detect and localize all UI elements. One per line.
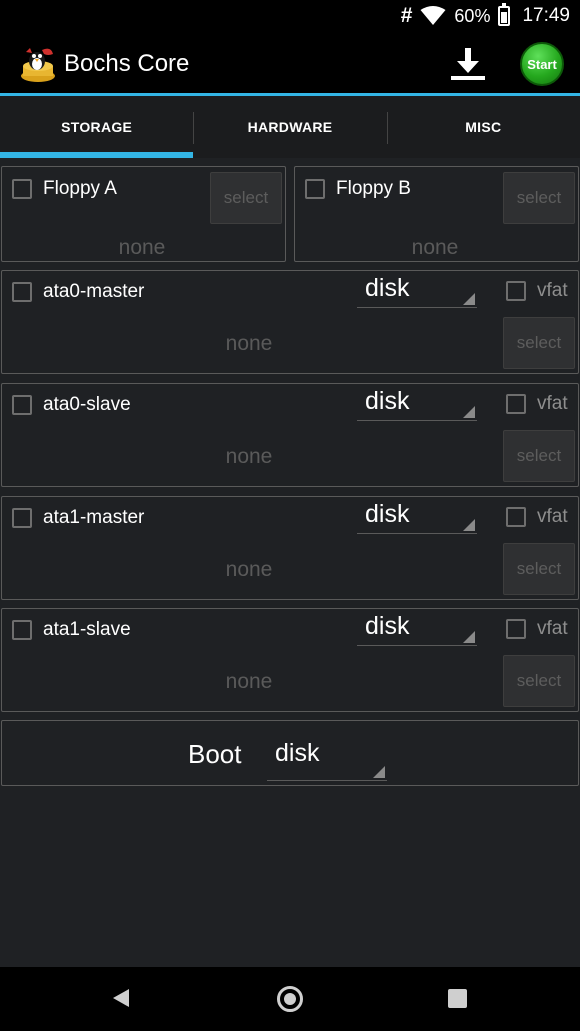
ata1-slave-checkbox[interactable]: [12, 620, 32, 640]
spinner-arrow-icon: [463, 406, 475, 418]
ata0-slave-value: none: [225, 445, 273, 468]
action-bar: Bochs Core Start: [0, 32, 580, 94]
ata1-master-vfat-label: vfat: [537, 506, 568, 527]
tab-selected-indicator: [0, 152, 194, 158]
spinner-arrow-icon: [373, 766, 385, 778]
ata1-slave-panel: ata1-slave disk vfat none select: [1, 608, 579, 712]
spinner-arrow-icon: [463, 293, 475, 305]
ata0-master-panel: ata0-master disk vfat none select: [1, 270, 579, 374]
app-logo-icon: [21, 48, 55, 82]
ata0-slave-type-spinner[interactable]: disk: [357, 387, 477, 421]
ata0-master-vfat-label: vfat: [537, 280, 568, 301]
boot-device-value: disk: [275, 739, 320, 767]
ata1-slave-type-value: disk: [365, 612, 410, 640]
ata0-slave-select-button[interactable]: select: [503, 430, 575, 482]
back-icon[interactable]: [113, 989, 129, 1007]
boot-device-spinner[interactable]: disk: [267, 734, 387, 781]
floppy-a-panel: Floppy A select none: [1, 166, 286, 262]
floppy-b-label: Floppy B: [336, 178, 411, 199]
battery-percent: 60%: [454, 5, 491, 26]
navigation-bar: [0, 967, 580, 1031]
ata0-master-value: none: [225, 332, 273, 355]
download-icon[interactable]: [449, 44, 487, 82]
ata0-master-type-value: disk: [365, 274, 410, 302]
tab-label: HARDWARE: [247, 119, 333, 135]
ata0-master-select-button[interactable]: select: [503, 317, 575, 369]
home-icon[interactable]: [277, 986, 303, 1012]
ata0-slave-label: ata0-slave: [43, 394, 131, 415]
recents-icon[interactable]: [448, 989, 467, 1008]
ata0-slave-checkbox[interactable]: [12, 395, 32, 415]
ata1-slave-value: none: [225, 670, 273, 693]
hash-icon: #: [400, 4, 413, 27]
floppy-a-label: Floppy A: [43, 178, 117, 199]
floppy-b-checkbox[interactable]: [305, 179, 325, 199]
floppy-b-select-button[interactable]: select: [503, 172, 575, 224]
ata1-slave-type-spinner[interactable]: disk: [357, 612, 477, 646]
battery-icon: [498, 3, 511, 26]
ata1-slave-label: ata1-slave: [43, 619, 131, 640]
clock: 17:49: [522, 5, 570, 26]
tab-label: MISC: [465, 119, 502, 135]
ata0-slave-vfat-checkbox[interactable]: [506, 394, 526, 414]
spinner-arrow-icon: [463, 631, 475, 643]
ata0-master-vfat-checkbox[interactable]: [506, 281, 526, 301]
tab-misc[interactable]: MISC: [386, 96, 580, 158]
floppy-a-checkbox[interactable]: [12, 179, 32, 199]
ata1-master-select-button[interactable]: select: [503, 543, 575, 595]
status-bar: # 60% 17:49: [0, 0, 580, 32]
tab-bar: STORAGE HARDWARE MISC: [0, 96, 580, 158]
ata1-master-type-value: disk: [365, 500, 410, 528]
spinner-arrow-icon: [463, 519, 475, 531]
ata1-slave-vfat-checkbox[interactable]: [506, 619, 526, 639]
ata1-master-value: none: [225, 558, 273, 581]
ata1-master-label: ata1-master: [43, 507, 145, 528]
app-title: Bochs Core: [64, 50, 190, 77]
boot-label: Boot: [188, 739, 242, 769]
ata1-master-type-spinner[interactable]: disk: [357, 500, 477, 534]
tab-label: STORAGE: [61, 119, 133, 135]
ata0-master-checkbox[interactable]: [12, 282, 32, 302]
boot-panel: Boot disk: [1, 720, 579, 786]
start-button[interactable]: Start: [520, 42, 564, 86]
floppy-a-select-button[interactable]: select: [210, 172, 282, 224]
floppy-b-panel: Floppy B select none: [294, 166, 579, 262]
ata1-master-vfat-checkbox[interactable]: [506, 507, 526, 527]
wifi-icon: [420, 6, 446, 25]
floppy-a-value: none: [118, 236, 166, 259]
ata0-slave-panel: ata0-slave disk vfat none select: [1, 383, 579, 487]
ata1-master-checkbox[interactable]: [12, 508, 32, 528]
ata0-master-type-spinner[interactable]: disk: [357, 274, 477, 308]
ata0-slave-vfat-label: vfat: [537, 393, 568, 414]
ata1-slave-select-button[interactable]: select: [503, 655, 575, 707]
ata1-slave-vfat-label: vfat: [537, 618, 568, 639]
ata0-slave-type-value: disk: [365, 387, 410, 415]
ata0-master-label: ata0-master: [43, 281, 145, 302]
status-icons: # 60% 17:49: [401, 0, 570, 32]
floppy-b-value: none: [411, 236, 459, 259]
tab-storage[interactable]: STORAGE: [0, 96, 194, 158]
tab-hardware[interactable]: HARDWARE: [193, 96, 386, 158]
ata1-master-panel: ata1-master disk vfat none select: [1, 496, 579, 600]
